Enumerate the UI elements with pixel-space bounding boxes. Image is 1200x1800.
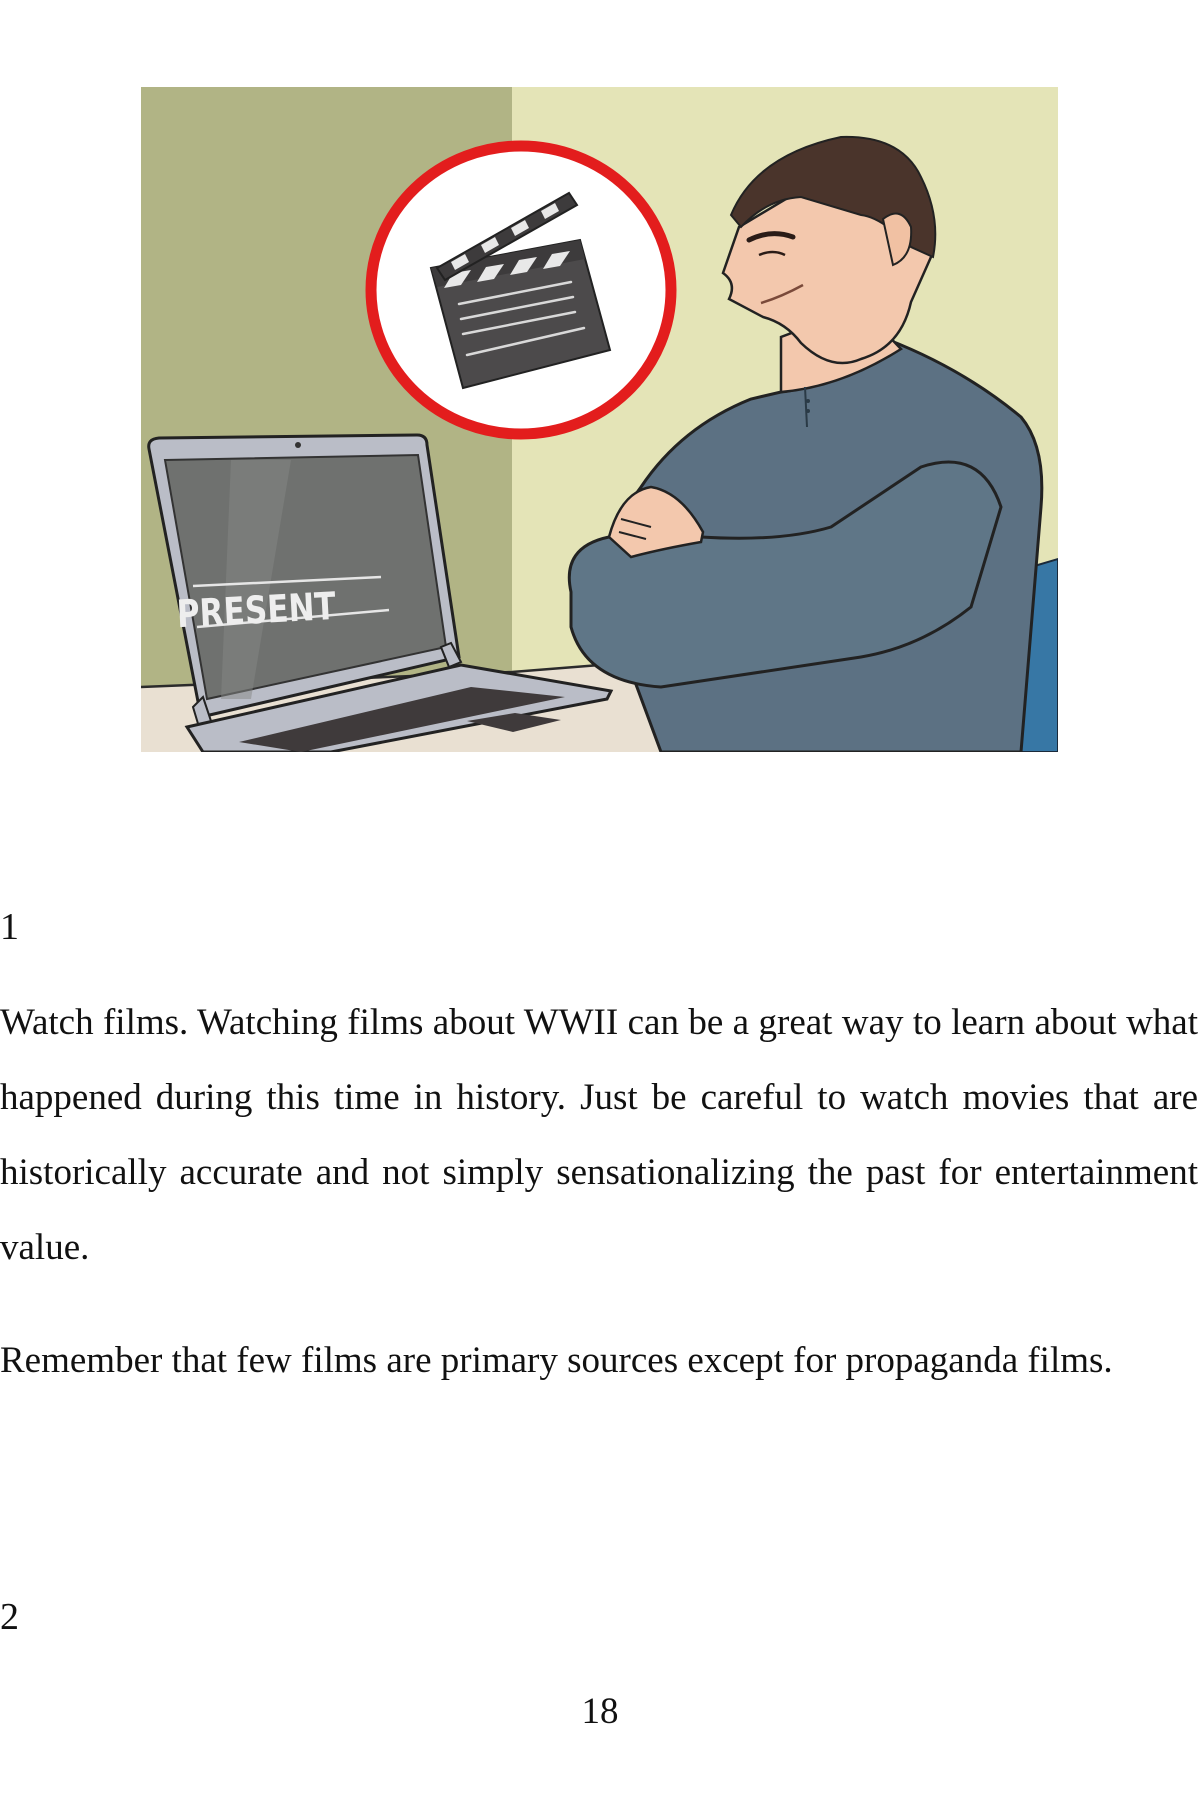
step-illustration: PRESENT	[141, 87, 1058, 752]
step-paragraph: Watch films. Watching films about WWII c…	[0, 1002, 1198, 1268]
page-number: 18	[581, 1691, 619, 1732]
laptop-screen-text: PRESENT	[176, 585, 337, 637]
step-number: 1	[0, 906, 19, 948]
step-number: 2	[0, 1596, 19, 1638]
step-tip-paragraph: Remember that few films are primary sour…	[0, 1340, 1113, 1381]
